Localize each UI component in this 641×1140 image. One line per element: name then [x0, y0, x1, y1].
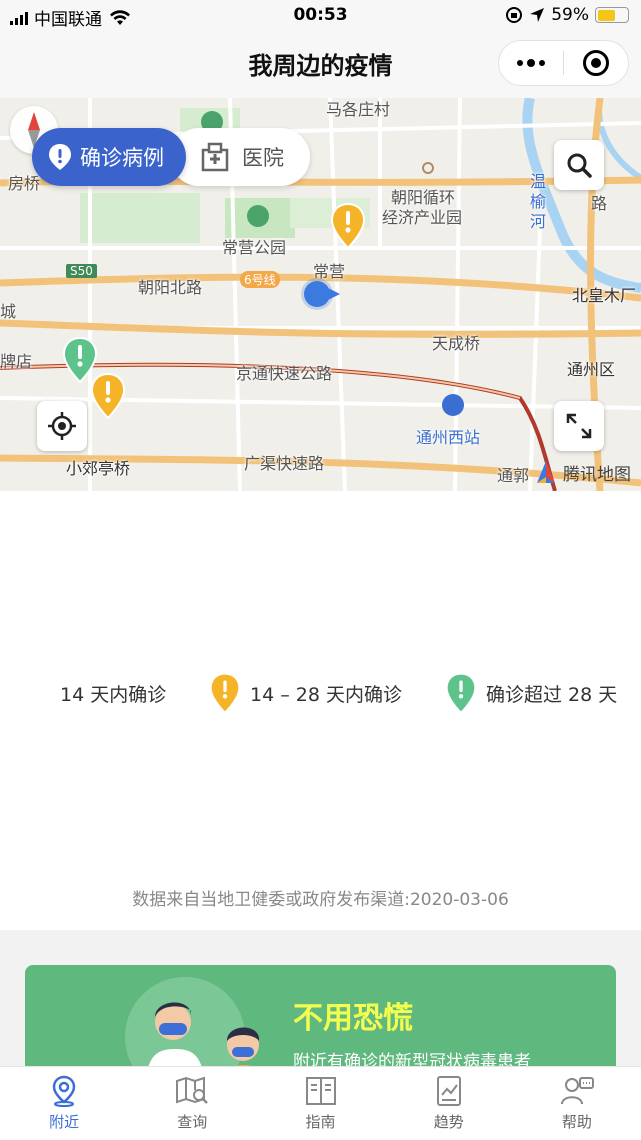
tab-guide[interactable]: 指南 [256, 1067, 384, 1140]
map-label: 天成桥 [432, 334, 481, 353]
alert-pin-icon [49, 144, 71, 170]
case-pin-orange[interactable] [90, 372, 126, 420]
legend: 14 天内确诊 14 – 28 天内确诊 确诊超过 28 天 [0, 668, 641, 718]
legend-14-28-label: 14 – 28 天内确诊 [250, 683, 402, 706]
case-pin-orange[interactable] [330, 202, 366, 250]
hospital-icon [201, 142, 229, 172]
map-label: 牌店 [0, 352, 33, 371]
close-button[interactable] [564, 41, 628, 85]
map-label: 常营公园 [222, 238, 287, 257]
map-label: 经济产业园 [382, 208, 463, 227]
trend-icon [436, 1076, 461, 1106]
tab-help[interactable]: 帮助 [513, 1067, 641, 1140]
data-source-text: 数据来自当地卫健委或政府发布渠道:2020-03-06 [132, 890, 509, 910]
legend-14-28-days: 14 – 28 天内确诊 [210, 668, 402, 718]
map-search-button[interactable] [554, 140, 604, 190]
tab-guide-label: 指南 [305, 1113, 336, 1131]
tab-nearby[interactable]: 附近 [0, 1067, 128, 1140]
search-icon [567, 153, 592, 178]
tab-query[interactable]: 查询 [128, 1067, 256, 1140]
map-label: 河 [530, 212, 547, 231]
tab-hospital-label: 医院 [242, 146, 284, 170]
tencent-map-logo-icon [537, 461, 555, 483]
map-label: 广渠快速路 [244, 454, 325, 473]
battery-percent: 59% [551, 5, 589, 25]
legend-within-14-label: 14 天内确诊 [60, 683, 167, 706]
more-icon [517, 59, 545, 67]
close-target-icon [583, 50, 609, 76]
map-search-icon [176, 1076, 209, 1104]
tab-confirmed-label: 确诊病例 [80, 146, 164, 170]
tab-trend-label: 趋势 [433, 1113, 464, 1131]
map-label: 常营 [313, 262, 346, 281]
map-label: 城 [0, 302, 17, 321]
legend-over-28-days: 确诊超过 28 天 [446, 668, 617, 718]
map-view[interactable]: 马各庄村 房桥 交 朝阳循环 经济产业园 温 榆 河 路 常营公园 常营 朝阳北… [0, 98, 641, 491]
map-label: 朝阳北路 [138, 278, 203, 297]
user-heading-arrow [328, 288, 340, 300]
map-filter-tabs: 确诊病例 医院 [32, 128, 310, 186]
locate-me-button[interactable] [37, 401, 87, 451]
banner-title: 不用恐慌 [293, 1001, 413, 1036]
legend-over-28-label: 确诊超过 28 天 [486, 683, 618, 706]
tab-query-label: 查询 [177, 1113, 208, 1131]
map-label: 路 [591, 194, 608, 213]
legend-within-14-days: 14 天内确诊 [60, 668, 166, 718]
map-brand-text: 腾讯地图 [563, 464, 631, 485]
map-label: 北皇木厂 [572, 286, 637, 305]
more-button[interactable] [499, 41, 563, 85]
map-label: 小郊亭桥 [66, 459, 131, 478]
tab-help-label: 帮助 [561, 1113, 592, 1131]
map-label: 京通快速公路 [236, 364, 333, 383]
location-icon [52, 1075, 76, 1107]
map-label-s50: S50 [66, 264, 97, 278]
orange-pin-icon [211, 674, 239, 712]
guide-icon [305, 1077, 336, 1105]
map-label: 马各庄村 [326, 100, 391, 119]
bottom-tab-bar: 附近 查询 指南 趋势 帮助 [0, 1066, 641, 1140]
user-location-dot [304, 281, 330, 307]
map-label: 通州区 [567, 360, 616, 379]
tab-confirmed-cases[interactable]: 确诊病例 [32, 128, 186, 186]
tab-trend[interactable]: 趋势 [385, 1067, 513, 1140]
status-bar: 中国联通 00:53 59% [0, 0, 641, 32]
battery-icon [595, 7, 629, 23]
mini-program-capsule [498, 40, 629, 86]
nav-bar: 我周边的疫情 [0, 32, 641, 98]
green-pin-icon [447, 674, 475, 712]
fullscreen-button[interactable] [554, 401, 604, 451]
map-label-line6: 6号线 [240, 271, 280, 288]
help-icon [560, 1077, 594, 1105]
rotation-lock-icon [506, 7, 523, 23]
map-label: 通州西站 [416, 428, 481, 447]
map-label: 通郭 [497, 466, 530, 485]
tab-hospital[interactable]: 医院 [170, 128, 310, 186]
status-right: 59% [505, 5, 629, 25]
tab-nearby-label: 附近 [49, 1113, 80, 1131]
expand-icon [566, 413, 592, 439]
location-arrow-icon [530, 8, 545, 22]
map-brand: 腾讯地图 [533, 459, 631, 485]
crosshair-icon [48, 412, 76, 440]
